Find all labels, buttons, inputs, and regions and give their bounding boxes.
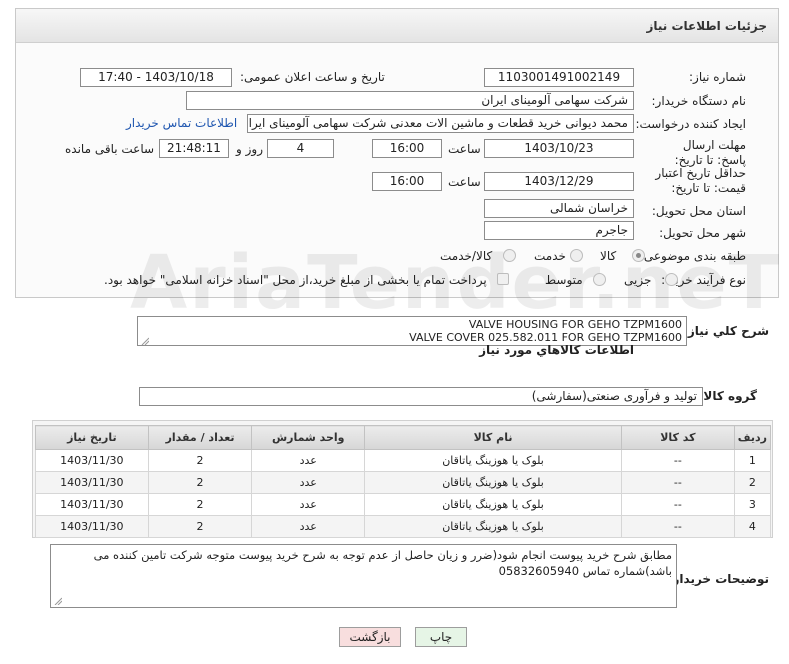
delivery-city-label: شهر محل تحویل: <box>659 226 746 240</box>
item-name: بلوک یا هوزینگ یاتاقان <box>364 471 623 494</box>
resize-grip-icon[interactable] <box>141 337 149 345</box>
remaining-label: ساعت باقی مانده <box>65 142 155 156</box>
delivery-province-label: استان محل تحویل: <box>651 204 746 218</box>
col-need-date: تاریخ نیاز <box>35 425 149 450</box>
row-number: 3 <box>733 493 772 516</box>
item-quantity: 2 <box>147 493 253 516</box>
general-desc-textarea[interactable]: VALVE HOUSING FOR GEHO TZPM1600 VALVE CO… <box>137 316 687 346</box>
print-button[interactable]: چاپ <box>415 627 467 647</box>
row-number: 4 <box>733 515 772 538</box>
buyer-notes-textarea[interactable]: مطابق شرح خرید پیوست انجام شود(ضرر و زیا… <box>50 544 677 608</box>
item-unit: عدد <box>251 515 366 538</box>
row-number: 2 <box>733 471 772 494</box>
category-both-label: کالا/خدمت <box>440 249 493 263</box>
purchase-minor-radio[interactable] <box>665 273 678 286</box>
need-number-label: شماره نیاز: <box>689 70 746 84</box>
general-desc-label: شرح کلي نیاز: <box>683 324 769 338</box>
col-item-name: نام کالا <box>364 425 623 450</box>
goods-group-label: گروه کالا: <box>698 389 757 403</box>
goods-table: ردیف کد کالا نام کالا واحد شمارش تعداد /… <box>35 425 772 538</box>
buyer-notes-label: توضیحات خریدار: <box>667 572 769 586</box>
item-name: بلوک یا هوزینگ یاتاقان <box>364 449 623 472</box>
col-row-number: ردیف <box>733 425 772 450</box>
buyer-org-label: نام دستگاه خریدار: <box>651 94 747 108</box>
item-unit: عدد <box>251 471 366 494</box>
table-row[interactable]: 4 -- بلوک یا هوزینگ یاتاقان عدد 2 1403/1… <box>35 515 772 538</box>
category-service-label: خدمت <box>534 249 566 263</box>
item-need-date: 1403/11/30 <box>35 449 149 472</box>
requester-label: ایجاد کننده درخواست: <box>635 117 746 131</box>
buyer-contact-link[interactable]: اطلاعات تماس خریدار <box>126 116 237 130</box>
item-unit: عدد <box>251 449 366 472</box>
category-service-radio[interactable] <box>570 249 583 262</box>
item-need-date: 1403/11/30 <box>35 471 149 494</box>
requester-field: محمد دیوانی خرید قطعات و ماشین الات معدن… <box>247 114 634 133</box>
item-unit: عدد <box>251 493 366 516</box>
purchase-medium-label: متوسط <box>545 273 583 287</box>
days-field: 4 <box>267 139 334 158</box>
item-code: -- <box>621 471 735 494</box>
delivery-city-field: جاجرم <box>484 221 634 240</box>
reply-date-field: 1403/10/23 <box>484 139 634 158</box>
treasury-payment-checkbox[interactable] <box>497 273 509 285</box>
item-name: بلوک یا هوزینگ یاتاقان <box>364 515 623 538</box>
table-row[interactable]: 3 -- بلوک یا هوزینگ یاتاقان عدد 2 1403/1… <box>35 493 772 516</box>
item-need-date: 1403/11/30 <box>35 493 149 516</box>
need-number-field: 1103001491002149 <box>484 68 634 87</box>
item-quantity: 2 <box>147 449 253 472</box>
item-need-date: 1403/11/30 <box>35 515 149 538</box>
price-validity-label: حداقل تاریخ اعتبار قیمت: تا تاریخ: <box>655 166 746 195</box>
table-header-row: ردیف کد کالا نام کالا واحد شمارش تعداد /… <box>35 425 772 450</box>
col-item-code: کد کالا <box>621 425 735 450</box>
goods-info-heading: اطلاعات کالاهاي مورد نیاز <box>479 343 634 357</box>
category-goods-radio[interactable] <box>632 249 645 262</box>
desc-line-1: VALVE HOUSING FOR GEHO TZPM1600 <box>468 318 682 331</box>
item-quantity: 2 <box>147 515 253 538</box>
col-unit: واحد شمارش <box>251 425 366 450</box>
row-number: 1 <box>733 449 772 472</box>
reply-time-label: ساعت <box>448 142 481 156</box>
panel-title: جزئیات اطلاعات نیاز <box>646 19 767 33</box>
table-row[interactable]: 1 -- بلوک یا هوزینگ یاتاقان عدد 2 1403/1… <box>35 449 772 472</box>
back-button[interactable]: بازگشت <box>339 627 401 647</box>
item-code: -- <box>621 449 735 472</box>
category-label: طبقه بندی موضوعی: <box>639 249 746 263</box>
purchase-medium-radio[interactable] <box>593 273 606 286</box>
goods-group-field: تولید و فرآوری صنعتی(سفارشی) <box>139 387 703 406</box>
category-goods-label: کالا <box>600 249 617 263</box>
treasury-payment-note: پرداخت تمام یا بخشی از مبلغ خرید،از محل … <box>104 273 487 287</box>
category-both-radio[interactable] <box>503 249 516 262</box>
remaining-time-field: 21:48:11 <box>159 139 229 158</box>
validity-time-field: 16:00 <box>372 172 442 191</box>
day-and-label: روز و <box>236 142 263 156</box>
item-code: -- <box>621 515 735 538</box>
reply-time-field: 16:00 <box>372 139 442 158</box>
item-quantity: 2 <box>147 471 253 494</box>
reply-deadline-label: مهلت ارسال پاسخ: تا تاریخ: <box>674 138 746 167</box>
validity-time-label: ساعت <box>448 175 481 189</box>
purchase-minor-label: جزیی <box>624 273 652 287</box>
buyer-org-field: شرکت سهامی آلومینای ایران <box>186 91 634 110</box>
table-row[interactable]: 2 -- بلوک یا هوزینگ یاتاقان عدد 2 1403/1… <box>35 471 772 494</box>
item-name: بلوک یا هوزینگ یاتاقان <box>364 493 623 516</box>
col-quantity: تعداد / مقدار <box>147 425 253 450</box>
delivery-province-field: خراسان شمالی <box>484 199 634 218</box>
validity-date-field: 1403/12/29 <box>484 172 634 191</box>
item-code: -- <box>621 493 735 516</box>
announce-datetime-field: 1403/10/18 - 17:40 <box>80 68 232 87</box>
resize-grip-icon[interactable] <box>54 597 62 605</box>
announce-datetime-label: تاریخ و ساعت اعلان عمومی: <box>240 70 385 84</box>
